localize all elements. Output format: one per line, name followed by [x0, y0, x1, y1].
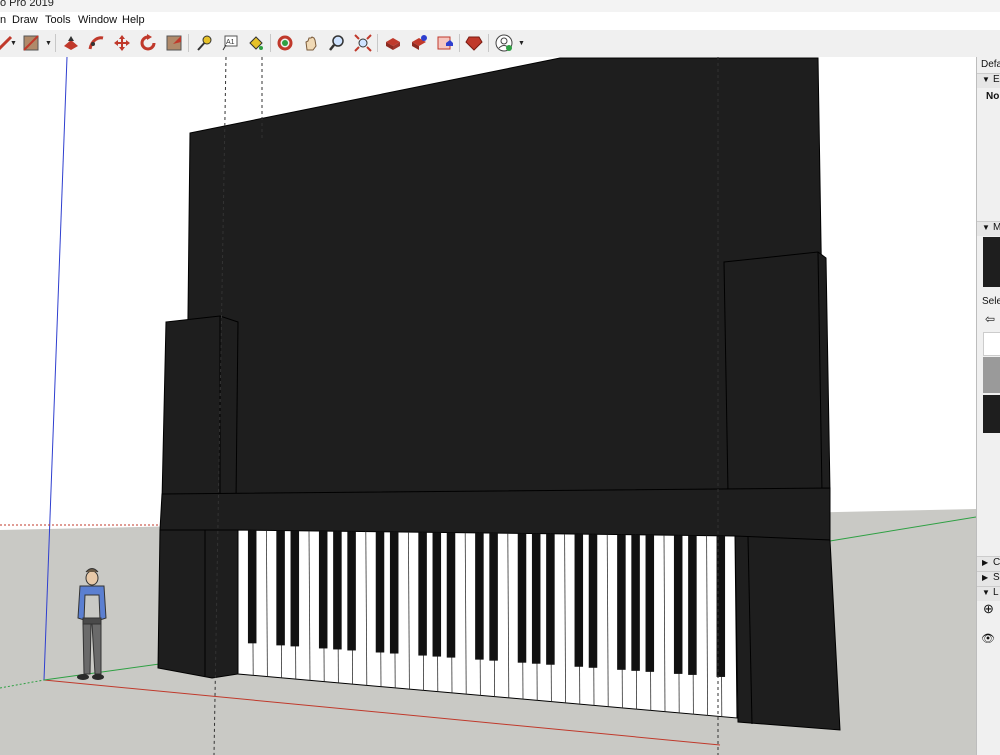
- black-key[interactable]: [276, 530, 285, 646]
- pan-icon[interactable]: [300, 32, 322, 54]
- chevron-down-icon[interactable]: ▼: [518, 40, 525, 47]
- 3d-warehouse-icon[interactable]: [382, 32, 404, 54]
- expand-arrow-icon: ▶: [982, 558, 989, 567]
- chevron-down-icon[interactable]: ▼: [10, 40, 17, 47]
- right-cheek-block[interactable]: [734, 535, 841, 731]
- move-icon[interactable]: [111, 32, 133, 54]
- text-tool-icon[interactable]: A1: [219, 32, 241, 54]
- modeling-viewport[interactable]: [0, 57, 976, 755]
- menu-draw[interactable]: Draw: [12, 14, 38, 26]
- layers-section-label: L: [993, 587, 999, 598]
- chevron-down-icon[interactable]: ▼: [45, 40, 52, 47]
- share-model-icon[interactable]: [408, 32, 430, 54]
- material-preview-swatch[interactable]: [983, 237, 1000, 287]
- profile-icon[interactable]: [493, 32, 515, 54]
- black-key[interactable]: [375, 531, 385, 653]
- collapse-arrow-icon: ▼: [982, 588, 990, 597]
- toolbar-divider: [55, 34, 56, 52]
- materials-section-label: M: [993, 222, 1000, 233]
- black-key[interactable]: [247, 530, 257, 644]
- entity-value: No: [986, 91, 1000, 102]
- orbit-icon[interactable]: [274, 32, 296, 54]
- styles-section-label: S: [993, 572, 1000, 583]
- black-key[interactable]: [688, 535, 697, 675]
- material-swatch-black[interactable]: [983, 395, 1000, 433]
- components-section-label: C: [993, 557, 1000, 568]
- app-title: o Pro 2019: [0, 0, 54, 9]
- rotate-icon[interactable]: [137, 32, 159, 54]
- add-layer-icon[interactable]: ⊕: [983, 601, 994, 617]
- send-to-layout-icon[interactable]: [434, 32, 456, 54]
- entity-info-header[interactable]: ▼ E: [977, 73, 1000, 88]
- scene-canvas[interactable]: [0, 57, 976, 755]
- black-key[interactable]: [290, 530, 300, 647]
- title-bar: o Pro 2019: [0, 0, 1000, 12]
- black-key[interactable]: [418, 532, 427, 656]
- black-key[interactable]: [446, 532, 456, 658]
- menu-partial-indicator: n: [0, 14, 7, 26]
- svg-text:A1: A1: [226, 39, 235, 46]
- zoom-icon[interactable]: [326, 32, 348, 54]
- menu-bar: n Draw Tools Window Help: [0, 12, 1000, 30]
- black-key[interactable]: [574, 534, 584, 667]
- follow-me-icon[interactable]: [85, 32, 107, 54]
- zoom-extents-icon[interactable]: [352, 32, 374, 54]
- styles-header[interactable]: ▶ S: [977, 571, 1000, 586]
- piano-left-tower[interactable]: [161, 315, 239, 501]
- layers-header[interactable]: ▼ L: [977, 586, 1000, 601]
- default-tray-panel: Defa ▼ E No ▼ M Selec ⇦ ▶ C ▶ S ▼ L ⊕ 👁: [976, 57, 1000, 755]
- toolbar-divider: [188, 34, 189, 52]
- black-key[interactable]: [517, 533, 527, 663]
- expand-arrow-icon: ▶: [982, 573, 989, 582]
- entity-section-label: E: [993, 74, 1000, 85]
- paint-bucket-icon[interactable]: [245, 32, 267, 54]
- black-key[interactable]: [631, 534, 640, 671]
- black-key[interactable]: [347, 531, 356, 651]
- black-key[interactable]: [673, 535, 683, 674]
- materials-header[interactable]: ▼ M: [977, 221, 1000, 236]
- tray-title: Defa: [981, 59, 1000, 70]
- black-key[interactable]: [645, 534, 655, 672]
- menu-window[interactable]: Window: [78, 14, 117, 26]
- menu-tools[interactable]: Tools: [45, 14, 71, 26]
- material-swatch-white[interactable]: [983, 332, 1000, 356]
- black-key[interactable]: [531, 533, 541, 664]
- rectangle-tool-icon[interactable]: [20, 32, 42, 54]
- black-key[interactable]: [588, 534, 598, 668]
- black-key[interactable]: [333, 531, 342, 650]
- black-key[interactable]: [617, 534, 626, 670]
- piano-right-tower[interactable]: [723, 251, 831, 493]
- push-pull-icon[interactable]: [60, 32, 82, 54]
- main-toolbar: ▼ ▼ A1 ▼: [0, 30, 1000, 58]
- black-key[interactable]: [489, 533, 498, 661]
- select-tab-label[interactable]: Selec: [982, 296, 1000, 307]
- back-arrow-icon[interactable]: ⇦: [985, 312, 995, 326]
- tape-measure-icon[interactable]: [193, 32, 215, 54]
- black-key[interactable]: [432, 532, 442, 657]
- material-swatch-gray[interactable]: [983, 357, 1000, 393]
- black-key[interactable]: [389, 531, 399, 654]
- collapse-arrow-icon: ▼: [982, 223, 990, 232]
- components-header[interactable]: ▶ C: [977, 556, 1000, 571]
- toolbar-divider: [377, 34, 378, 52]
- left-cheek-block[interactable]: [157, 529, 239, 679]
- menu-help[interactable]: Help: [122, 14, 145, 26]
- black-key[interactable]: [546, 533, 555, 665]
- scale-icon[interactable]: [163, 32, 185, 54]
- black-key[interactable]: [318, 531, 328, 649]
- toolbar-divider: [270, 34, 271, 52]
- toolbar-divider: [459, 34, 460, 52]
- visibility-eye-icon[interactable]: 👁: [981, 632, 995, 645]
- toolbar-divider: [488, 34, 489, 52]
- collapse-arrow-icon: ▼: [982, 75, 990, 84]
- ruby-icon[interactable]: [463, 32, 485, 54]
- black-key[interactable]: [475, 532, 484, 660]
